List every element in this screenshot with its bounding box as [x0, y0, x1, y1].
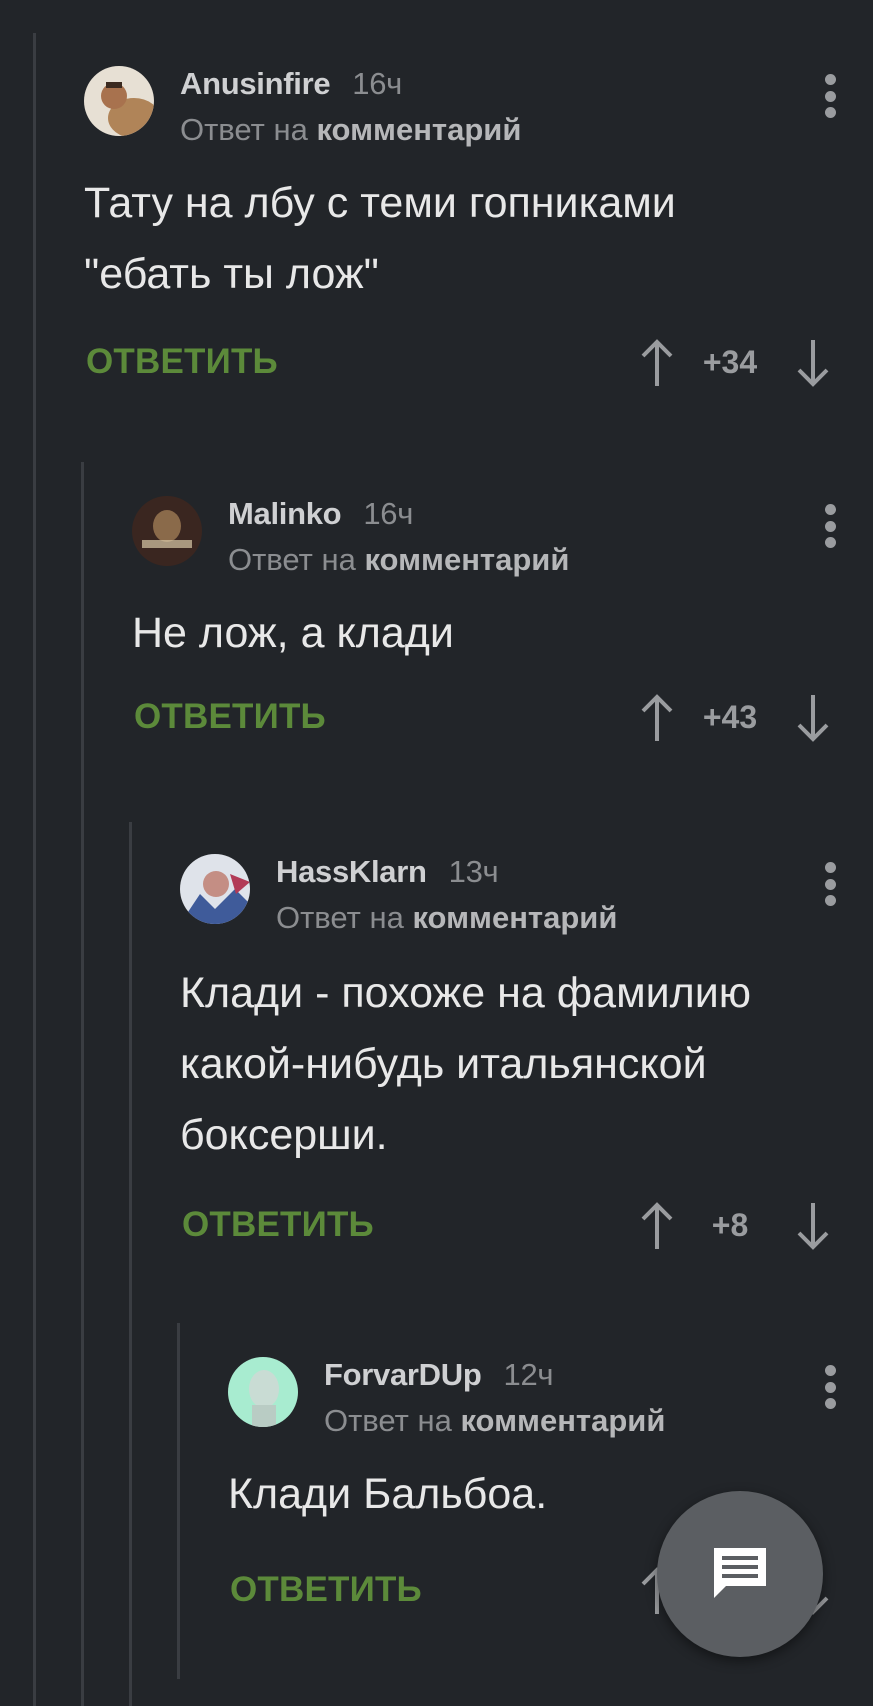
author-name[interactable]: HassKlarn: [276, 854, 427, 889]
comment-author[interactable]: Anusinfire 16ч: [180, 66, 402, 102]
downvote-arrow-icon[interactable]: [793, 693, 833, 743]
comment-author[interactable]: ForvarDUp 12ч: [324, 1357, 554, 1393]
reply-target-link[interactable]: комментарий: [412, 900, 617, 935]
comment-header: HassKlarn 13ч Ответ на комментарий: [180, 854, 873, 936]
comment-author[interactable]: HassKlarn 13ч: [276, 854, 499, 890]
comment-actions: ОТВЕТИТЬ +34: [84, 332, 873, 392]
reply-prefix: Ответ на: [180, 112, 308, 147]
comment: Anusinfire 16ч Ответ на комментарий Тату …: [84, 66, 873, 392]
comment-score: +43: [702, 699, 758, 735]
author-name[interactable]: ForvarDUp: [324, 1357, 482, 1392]
author-name[interactable]: Malinko: [228, 496, 342, 531]
avatar[interactable]: [132, 496, 202, 566]
comment-header: Malinko 16ч Ответ на комментарий: [132, 496, 873, 578]
comment-author[interactable]: Malinko 16ч: [228, 496, 413, 532]
reply-target-link[interactable]: комментарий: [316, 112, 521, 147]
upvote-arrow-icon[interactable]: [637, 338, 677, 388]
more-options-icon[interactable]: [823, 862, 837, 906]
comment-text: Не лож, а клади: [132, 609, 454, 657]
comment-header: Anusinfire 16ч Ответ на комментарий: [84, 66, 873, 148]
comment: Malinko 16ч Ответ на комментарий Не лож, …: [132, 496, 873, 747]
thread-line: [177, 1323, 180, 1679]
reply-info: Ответ на комментарий: [228, 542, 569, 578]
comment-time: 16ч: [363, 496, 414, 531]
more-options-icon[interactable]: [823, 74, 837, 118]
reply-info: Ответ на комментарий: [180, 112, 521, 148]
avatar[interactable]: [84, 66, 154, 136]
more-options-icon[interactable]: [823, 1365, 837, 1409]
comment-score: +34: [702, 344, 758, 380]
reply-button[interactable]: ОТВЕТИТЬ: [230, 1560, 422, 1620]
reply-info: Ответ на комментарий: [276, 900, 617, 936]
comment: HassKlarn 13ч Ответ на комментарий Клади …: [180, 854, 873, 1255]
comment-time: 16ч: [352, 66, 403, 101]
reply-target-link[interactable]: комментарий: [364, 542, 569, 577]
comment-actions: ОТВЕТИТЬ +43: [132, 687, 873, 747]
avatar[interactable]: [228, 1357, 298, 1427]
thread-line: [129, 822, 132, 1706]
thread-line: [81, 462, 84, 1706]
reply-button[interactable]: ОТВЕТИТЬ: [86, 332, 278, 392]
reply-target-link[interactable]: комментарий: [460, 1403, 665, 1438]
comment-text: Клади - похоже на фамилию какой-нибудь и…: [180, 969, 752, 1159]
comment-fab-button[interactable]: [657, 1491, 823, 1657]
comment-text: Тату на лбу с теми гопниками "ебать ты л…: [84, 179, 676, 298]
author-name[interactable]: Anusinfire: [180, 66, 331, 101]
more-options-icon[interactable]: [823, 504, 837, 548]
thread-line: [33, 33, 36, 1706]
reply-prefix: Ответ на: [228, 542, 356, 577]
reply-button[interactable]: ОТВЕТИТЬ: [134, 687, 326, 747]
upvote-arrow-icon[interactable]: [637, 1201, 677, 1251]
downvote-arrow-icon[interactable]: [793, 338, 833, 388]
reply-prefix: Ответ на: [324, 1403, 452, 1438]
comment-score: +8: [711, 1207, 749, 1243]
reply-info: Ответ на комментарий: [324, 1403, 665, 1439]
reply-button[interactable]: ОТВЕТИТЬ: [182, 1195, 374, 1255]
avatar[interactable]: [180, 854, 250, 924]
message-icon: [714, 1548, 766, 1598]
comment-header: ForvarDUp 12ч Ответ на комментарий: [228, 1357, 873, 1439]
reply-prefix: Ответ на: [276, 900, 404, 935]
comment-time: 12ч: [503, 1357, 554, 1392]
comment-actions: ОТВЕТИТЬ +8: [180, 1195, 873, 1255]
upvote-arrow-icon[interactable]: [637, 693, 677, 743]
downvote-arrow-icon[interactable]: [793, 1201, 833, 1251]
comment-time: 13ч: [448, 854, 499, 889]
